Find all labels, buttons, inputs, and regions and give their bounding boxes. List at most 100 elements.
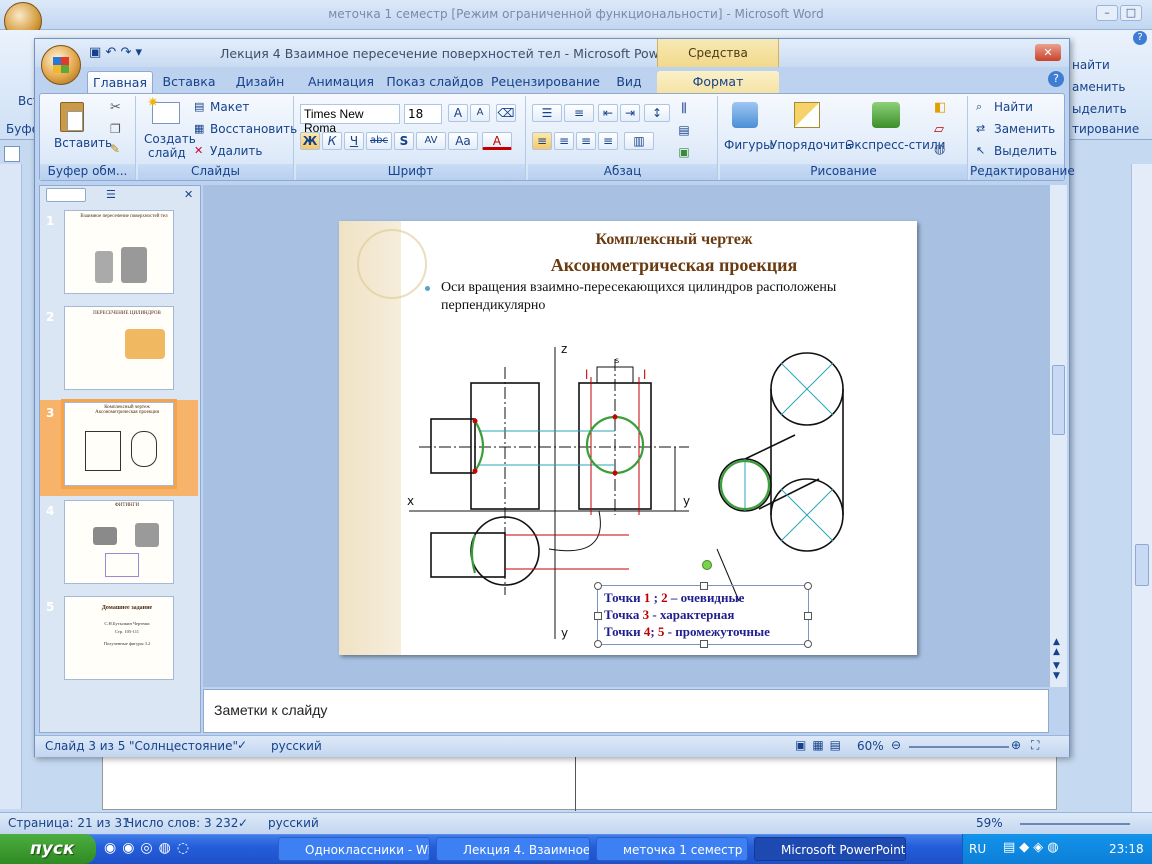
shape-fill-icon[interactable]: ◧ — [934, 100, 946, 115]
line-spacing-icon[interactable]: ↕ — [644, 104, 670, 122]
format-painter-icon[interactable]: ✎ — [110, 142, 120, 156]
slide-thumb-4[interactable]: ФИТИНГИ — [64, 500, 174, 584]
shape-outline-icon[interactable]: ▱ — [934, 122, 944, 137]
rotate-handle[interactable] — [702, 560, 712, 570]
columns-icon[interactable]: ▥ — [624, 132, 654, 150]
strikethrough-button[interactable]: abc — [366, 132, 392, 150]
word-replace-fragment[interactable]: аменить — [1072, 80, 1126, 94]
font-name-input[interactable]: Times New Roma — [300, 104, 400, 135]
slide-thumb-2[interactable]: ПЕРЕСЕЧЕНИЕ ЦИЛИНДРОВ — [64, 306, 174, 390]
italic-button[interactable]: К — [322, 132, 342, 150]
resize-handle-e[interactable] — [804, 612, 812, 620]
task-word-document[interactable]: меточка 1 семестр [... — [596, 837, 748, 861]
cut-icon[interactable]: ✂ — [110, 100, 121, 115]
quick-launch-icons[interactable]: ◉◉◎◍◌ — [104, 840, 234, 858]
slide-counter[interactable]: Слайд 3 из 5 — [45, 739, 125, 753]
tab-view[interactable]: Вид — [607, 71, 651, 93]
arrange-button[interactable]: Упорядочить — [768, 98, 852, 160]
office-button[interactable] — [41, 45, 81, 85]
slide-scroll-thumb[interactable] — [1052, 365, 1065, 435]
change-case-button[interactable]: Aa — [448, 132, 478, 150]
zoom-out-icon[interactable]: ⊖ — [891, 738, 901, 752]
layout-button[interactable]: Макет — [210, 100, 249, 114]
word-words-status[interactable]: Число слов: 3 232 — [126, 816, 238, 830]
resize-handle-s[interactable] — [700, 640, 708, 648]
font-color-button[interactable]: A — [482, 132, 512, 150]
panel-close-icon[interactable]: ✕ — [184, 188, 193, 201]
copy-icon[interactable]: ❐ — [110, 122, 121, 136]
tab-home[interactable]: Главная — [87, 71, 153, 93]
ppt-language-status[interactable]: русский — [271, 739, 322, 753]
resize-handle-ne[interactable] — [804, 582, 812, 590]
clock[interactable]: 23:18 — [1109, 842, 1144, 856]
task-folder-lecture[interactable]: Лекция 4. Взаимное ... — [436, 837, 590, 861]
task-odnoklassniki[interactable]: Одноклассники - Wi... — [278, 837, 430, 861]
ppt-zoom-level[interactable]: 60% — [857, 739, 884, 753]
resize-handle-nw[interactable] — [594, 582, 602, 590]
tab-slideshow[interactable]: Показ слайдов — [385, 71, 485, 93]
tab-insert[interactable]: Вставка — [159, 71, 219, 93]
paste-button[interactable]: Вставить — [44, 100, 112, 160]
find-button[interactable]: Найти — [994, 100, 1033, 114]
resize-handle-n[interactable] — [700, 582, 708, 590]
replace-button[interactable]: Заменить — [994, 122, 1055, 136]
word-help-icon[interactable]: ? — [1133, 31, 1147, 45]
spellcheck-icon[interactable]: ✓ — [237, 738, 247, 752]
ppt-zoom-slider[interactable] — [909, 746, 1009, 748]
quick-access-icons[interactable]: ▣ ↶ ↷ ▾ — [89, 45, 142, 60]
bold-button[interactable]: Ж — [300, 132, 320, 150]
shrink-font-icon[interactable]: A — [470, 104, 490, 122]
maximize-icon[interactable]: □ — [1120, 5, 1142, 21]
word-language-status[interactable]: русский — [268, 816, 319, 830]
fit-window-icon[interactable]: ⛶ — [1031, 738, 1039, 753]
text-direction-icon[interactable]: ⫼ — [674, 100, 694, 118]
new-slide-button[interactable]: ✷ Создать слайд — [140, 95, 196, 162]
zoom-in-icon[interactable]: ⊕ — [1011, 738, 1021, 752]
tab-animation[interactable]: Анимация — [299, 71, 383, 93]
word-select-fragment[interactable]: ыделить — [1072, 102, 1127, 116]
shadow-button[interactable]: S — [394, 132, 414, 150]
start-button[interactable]: пуск — [0, 834, 96, 864]
view-buttons[interactable]: ▣▦▤ — [795, 738, 847, 752]
prev-slide-icon[interactable]: ▲ ▲ — [1053, 637, 1060, 657]
align-center-icon[interactable]: ≡ — [554, 132, 574, 150]
help-icon[interactable]: ? — [1048, 71, 1064, 87]
next-slide-icon[interactable]: ▼ ▼ — [1053, 661, 1060, 681]
grow-font-icon[interactable]: A — [448, 104, 468, 122]
clear-format-icon[interactable]: ⌫ — [496, 104, 516, 122]
underline-button[interactable]: Ч — [344, 132, 364, 150]
current-slide[interactable]: Комплексный чертеж Аксонометрическая про… — [339, 221, 917, 655]
slide-vertical-scrollbar[interactable]: ▲ ▲ ▼ ▼ — [1049, 185, 1067, 687]
word-document-page[interactable] — [102, 752, 1057, 811]
notes-pane[interactable]: Заметки к слайду — [203, 689, 1049, 733]
word-zoom-level[interactable]: 59% — [976, 816, 1003, 830]
spellcheck-icon[interactable]: ✓ — [238, 816, 248, 830]
slide-title-line-2[interactable]: Аксонометрическая проекция — [459, 255, 889, 276]
tray-icons[interactable]: ▤◆◈◍ — [1003, 840, 1063, 855]
word-zoom-slider[interactable] — [1020, 823, 1130, 825]
points-textbox[interactable]: Точки 1 ; 2 – очевидные Точка 3 - характ… — [594, 560, 812, 648]
smartart-icon[interactable]: ▣ — [674, 144, 694, 162]
word-ruler-toggle[interactable] — [4, 146, 20, 162]
select-button[interactable]: Выделить — [994, 144, 1057, 158]
minimize-icon[interactable]: – — [1096, 5, 1118, 21]
tab-review[interactable]: Рецензирование — [491, 71, 600, 93]
decrease-indent-icon[interactable]: ⇤ — [598, 104, 618, 122]
slide-thumb-1[interactable]: Взаимное пересечение поверхностей тел — [64, 210, 174, 294]
language-indicator[interactable]: RU — [969, 842, 986, 856]
scroll-thumb[interactable] — [1135, 544, 1149, 586]
resize-handle-sw[interactable] — [594, 640, 602, 648]
numbering-icon[interactable]: ≡ — [564, 104, 594, 122]
align-left-icon[interactable]: ≡ — [532, 132, 552, 150]
task-powerpoint[interactable]: Microsoft PowerPoint ... — [754, 837, 906, 861]
word-page-status[interactable]: Страница: 21 из 31 — [8, 816, 130, 830]
slide-bullet-text[interactable]: Оси вращения взаимно-пересекающихся цили… — [441, 279, 911, 315]
align-text-icon[interactable]: ▤ — [674, 122, 694, 140]
reset-button[interactable]: Восстановить — [210, 122, 297, 136]
outline-tab-icon[interactable]: ☰ — [106, 188, 116, 201]
quick-styles-button[interactable]: Экспресс-стили — [844, 98, 945, 160]
ppt-close-icon[interactable]: ✕ — [1035, 44, 1061, 61]
increase-indent-icon[interactable]: ⇥ — [620, 104, 640, 122]
tab-format[interactable]: Формат — [657, 71, 779, 93]
tab-slides-view[interactable] — [46, 188, 86, 202]
